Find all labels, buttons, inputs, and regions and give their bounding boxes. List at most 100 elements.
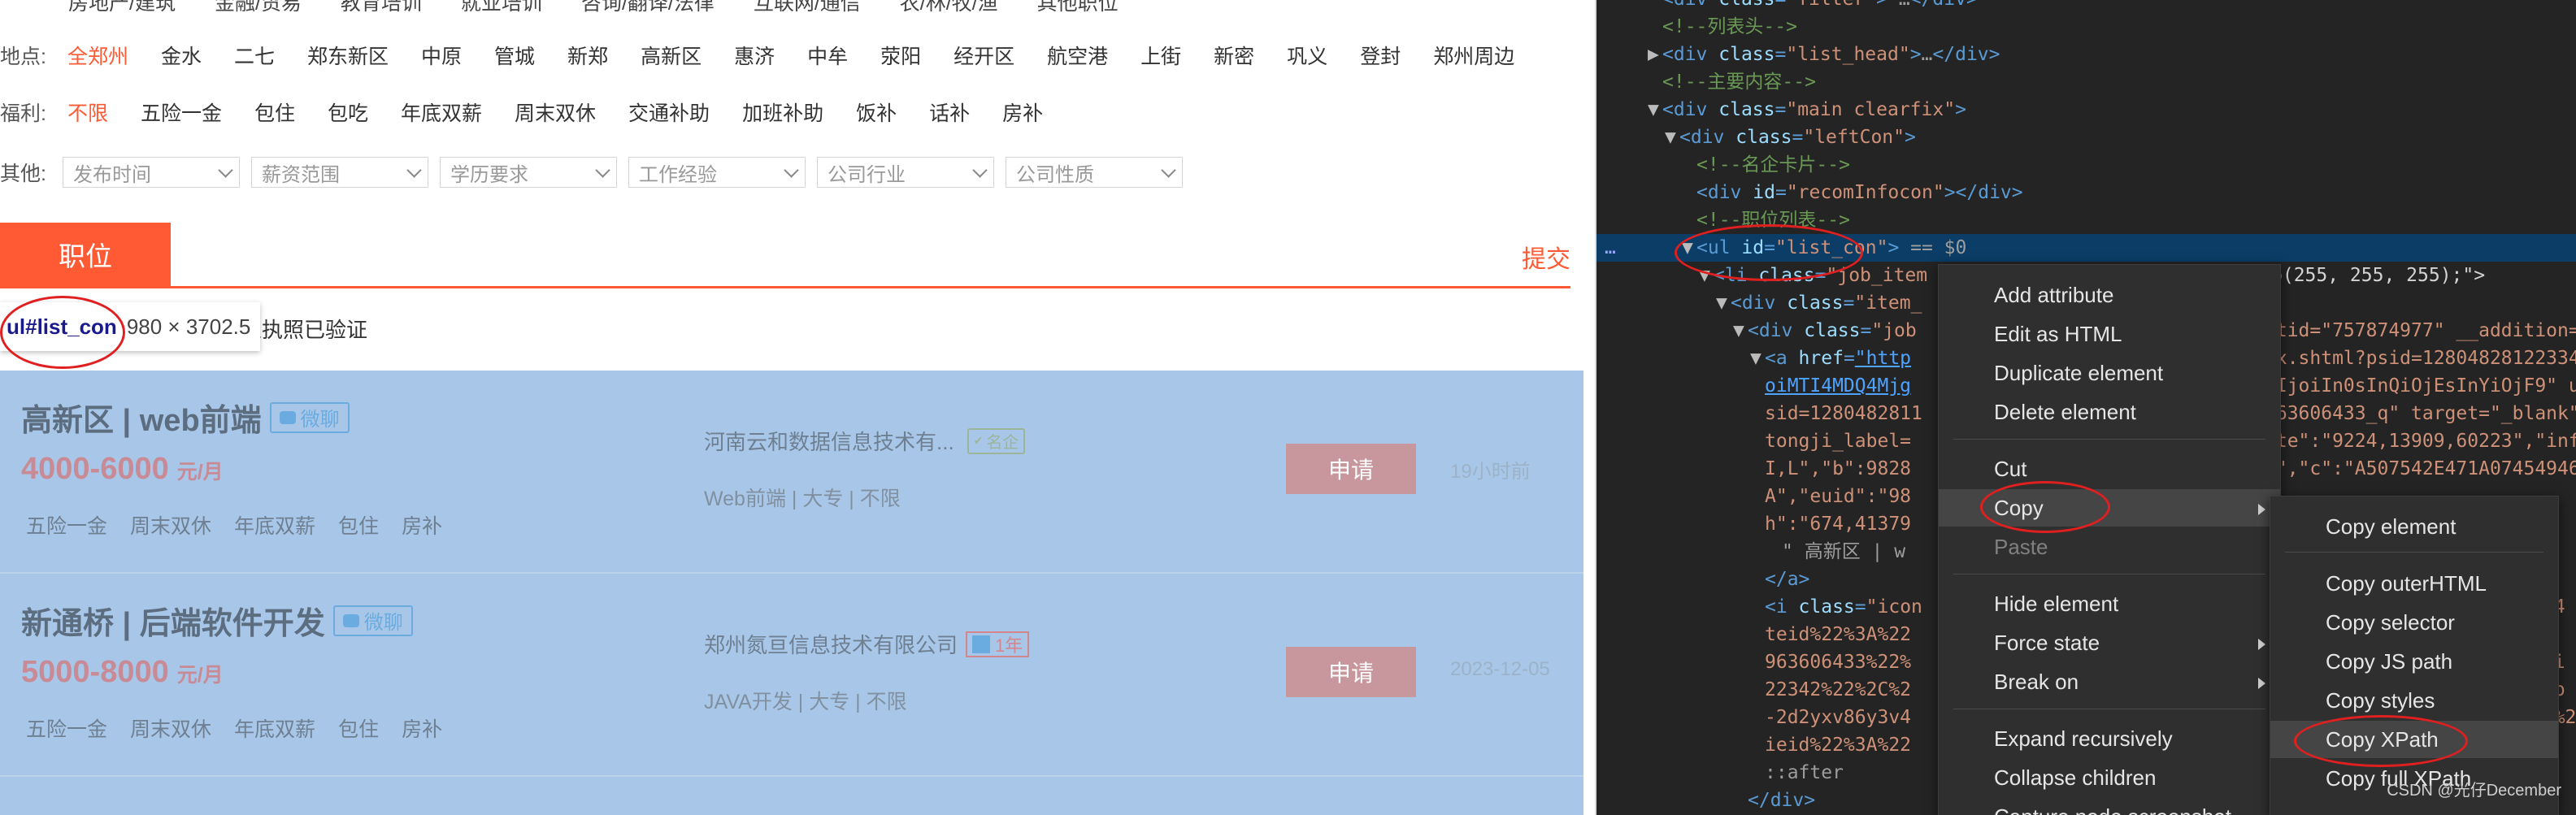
location-option[interactable]: 金水 — [161, 41, 202, 70]
dom-node-line[interactable]: <!--列表头--> — [1596, 13, 2576, 41]
welfare-option[interactable]: 周末双休 — [515, 98, 596, 127]
welfare-option[interactable]: 加班补助 — [742, 98, 823, 127]
location-option[interactable]: 高新区 — [641, 41, 702, 70]
job-title[interactable]: 新通桥 | 后端软件开发 — [21, 598, 325, 643]
menu-copy-js-path[interactable]: Copy JS path — [2270, 643, 2558, 680]
node-actions-dots[interactable]: … — [1605, 234, 1616, 262]
chat-badge[interactable]: 微聊 — [269, 401, 350, 433]
code-token: <!--名企卡片--> — [1696, 154, 1850, 176]
code-token: <div — [1679, 127, 1736, 148]
menu-cut[interactable]: Cut — [1939, 450, 2280, 488]
dom-node-line[interactable]: <!--名企卡片--> — [1596, 151, 2576, 179]
dom-node-line[interactable]: ▶ <div class="list_head">…</div> — [1596, 41, 2576, 68]
job-list-item[interactable]: 新通桥 | 后端软件开发 微聊 5000-8000 元/月 五险一金 周末双休 年… — [0, 574, 1583, 777]
location-option[interactable]: 新密 — [1214, 41, 1254, 70]
chevron-down-icon — [218, 162, 233, 178]
collapse-triangle-icon[interactable]: ▼ — [1733, 317, 1748, 345]
category-option[interactable]: 农/林/牧/渔 — [900, 0, 998, 16]
category-option[interactable]: 就业培训 — [461, 0, 542, 16]
menu-force-state[interactable]: Force state — [1939, 624, 2280, 661]
location-option[interactable]: 中牟 — [807, 41, 848, 70]
menu-delete-element[interactable]: Delete element — [1939, 393, 2280, 431]
menu-expand-recursively[interactable]: Expand recursively — [1939, 720, 2280, 757]
location-option[interactable]: 航空港 — [1047, 41, 1108, 70]
menu-edit-as-html[interactable]: Edit as HTML — [1939, 315, 2280, 353]
dom-node-selected[interactable]: … ▼ <ul id="list_con"> == $0 — [1596, 234, 2576, 262]
industry-dropdown[interactable]: 公司行业 — [816, 157, 994, 188]
job-title[interactable]: 高新区 | web前端 — [21, 395, 262, 440]
company-name[interactable]: 郑州氮亘信息技术有限公司 — [704, 629, 958, 659]
location-option[interactable]: 上街 — [1140, 41, 1181, 70]
job-tag: 周末双休 — [130, 515, 212, 538]
chat-badge[interactable]: 微聊 — [332, 605, 413, 636]
collapse-triangle-icon[interactable]: ▼ — [1648, 96, 1662, 124]
menu-copy-styles[interactable]: Copy styles — [2270, 682, 2558, 719]
welfare-option[interactable]: 五险一金 — [141, 98, 222, 127]
salary-range-dropdown[interactable]: 薪资范围 — [250, 157, 428, 188]
location-option-active[interactable]: 全郑州 — [67, 41, 128, 70]
menu-copy-element[interactable]: Copy element — [2270, 508, 2558, 545]
category-option[interactable]: 互联网/通信 — [754, 0, 861, 16]
code-token: <ul — [1696, 237, 1742, 258]
job-list-item[interactable]: 高新区 | web前端 微聊 4000-6000 元/月 五险一金 周末双休 年底… — [0, 371, 1583, 574]
menu-add-attribute[interactable]: Add attribute — [1939, 276, 2280, 314]
welfare-option[interactable]: 饭补 — [856, 98, 897, 127]
tab-right-link[interactable]: 提交 — [1522, 239, 1570, 275]
menu-hide-element[interactable]: Hide element — [1939, 585, 2280, 622]
menu-collapse-children[interactable]: Collapse children — [1939, 759, 2280, 796]
location-option[interactable]: 惠济 — [734, 41, 775, 70]
location-option[interactable]: 经开区 — [954, 41, 1014, 70]
collapse-triangle-icon[interactable]: ▼ — [1682, 234, 1696, 262]
code-token: "list_con" — [1775, 237, 1888, 258]
location-option[interactable]: 二七 — [234, 41, 275, 70]
category-option[interactable]: 其他职位 — [1037, 0, 1119, 16]
category-option[interactable]: 房地产/建筑 — [68, 0, 176, 16]
expand-triangle-icon[interactable]: ▶ — [1648, 41, 1662, 68]
welfare-option[interactable]: 包吃 — [328, 98, 368, 127]
dom-node-line[interactable]: <!--职位列表--> — [1596, 206, 2576, 234]
location-option[interactable]: 登封 — [1360, 41, 1401, 70]
location-option[interactable]: 郑州周边 — [1433, 41, 1514, 70]
dom-node-line[interactable]: <div id="recomInfocon"></div> — [1596, 179, 2576, 206]
tab-jobs[interactable]: 职位 — [0, 223, 171, 286]
code-token: = — [1775, 182, 1787, 203]
code-token: "icon — [1866, 596, 1922, 618]
apply-button[interactable]: 申请 — [1286, 444, 1416, 494]
menu-copy-outerhtml[interactable]: Copy outerHTML — [2270, 565, 2558, 602]
location-option[interactable]: 新郑 — [567, 41, 608, 70]
location-option[interactable]: 郑东新区 — [307, 41, 389, 70]
menu-copy-xpath[interactable]: Copy XPath — [2270, 721, 2558, 758]
company-type-dropdown[interactable]: 公司性质 — [1005, 157, 1183, 188]
collapse-triangle-icon[interactable]: ▼ — [1716, 289, 1731, 317]
publish-time-dropdown[interactable]: 发布时间 — [62, 157, 240, 188]
welfare-option-active[interactable]: 不限 — [67, 98, 108, 127]
education-dropdown[interactable]: 学历要求 — [439, 157, 617, 188]
apply-button[interactable]: 申请 — [1286, 647, 1416, 697]
category-option[interactable]: 教育培训 — [341, 0, 422, 16]
location-option[interactable]: 中原 — [421, 41, 462, 70]
collapse-triangle-icon[interactable]: ▼ — [1750, 345, 1765, 372]
experience-dropdown[interactable]: 工作经验 — [628, 157, 806, 188]
dom-node-line[interactable]: <!--主要内容--> — [1596, 68, 2576, 96]
menu-capture-node-screenshot[interactable]: Capture node screenshot — [1939, 798, 2280, 815]
menu-duplicate-element[interactable]: Duplicate element — [1939, 354, 2280, 392]
menu-copy[interactable]: Copy — [1939, 489, 2280, 527]
category-option[interactable]: 金融/贸易 — [215, 0, 302, 16]
welfare-option[interactable]: 交通补助 — [628, 98, 710, 127]
dom-node-line[interactable]: ▼ <div class="main clearfix"> — [1596, 96, 2576, 124]
welfare-option[interactable]: 包住 — [254, 98, 295, 127]
welfare-option[interactable]: 房补 — [1002, 98, 1043, 127]
category-option[interactable]: 咨询/翻译/法律 — [581, 0, 715, 16]
company-name[interactable]: 河南云和数据信息技术有... — [704, 426, 954, 456]
location-option[interactable]: 荥阳 — [880, 41, 921, 70]
collapse-triangle-icon[interactable]: ▼ — [1665, 124, 1679, 151]
collapse-triangle-icon[interactable]: ▼ — [1699, 262, 1714, 289]
menu-break-on[interactable]: Break on — [1939, 663, 2280, 700]
dom-node-line[interactable]: <div class="filter"> …</div> — [1596, 0, 2576, 13]
welfare-option[interactable]: 年底双薪 — [401, 98, 482, 127]
menu-copy-selector[interactable]: Copy selector — [2270, 604, 2558, 641]
dom-node-line[interactable]: ▼ <div class="leftCon"> — [1596, 124, 2576, 151]
welfare-option[interactable]: 话补 — [929, 98, 970, 127]
location-option[interactable]: 管城 — [494, 41, 535, 70]
location-option[interactable]: 巩义 — [1287, 41, 1327, 70]
